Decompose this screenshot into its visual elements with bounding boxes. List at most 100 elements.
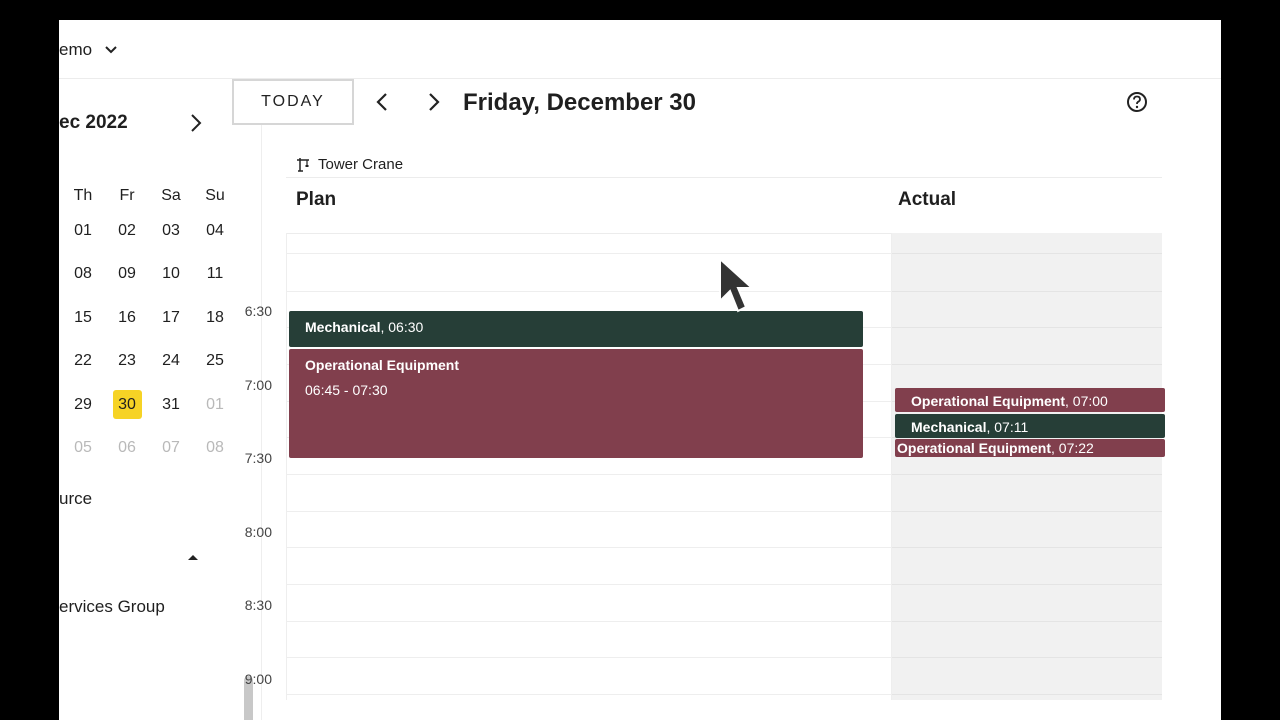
calendar-day-number: 07 xyxy=(162,438,180,456)
calendar-day[interactable]: 15 xyxy=(61,303,105,346)
grid-line xyxy=(892,547,1162,548)
mini-calendar-days: 01 02 03 04 08 09 10 11 15 16 17 18 22 23 24 25 29 30 31 01… xyxy=(61,216,237,476)
calendar-toolbar: TODAY Friday, December 30 xyxy=(232,79,1162,127)
grid-line xyxy=(287,694,891,695)
plan-event-operational-equipment[interactable]: Operational Equipment 06:45 - 07:30 xyxy=(289,349,863,458)
calendar-day-number: 11 xyxy=(206,265,224,283)
calendar-week-row: 29 30 31 01 xyxy=(61,389,237,433)
calendar-week-row: 08 09 10 11 xyxy=(61,259,237,302)
calendar-day[interactable]: 05 xyxy=(61,433,105,476)
today-button[interactable]: TODAY xyxy=(232,79,354,125)
chevron-right-icon[interactable] xyxy=(186,112,206,134)
actual-event-operational-equipment[interactable]: Operational Equipment, 07:00 xyxy=(895,388,1165,412)
calendar-day[interactable]: 06 xyxy=(105,433,149,476)
grid-line xyxy=(892,657,1162,658)
plan-column[interactable]: Mechanical, 06:30 Operational Equipment … xyxy=(286,233,892,700)
grid-line xyxy=(892,474,1162,475)
calendar-day[interactable]: 11 xyxy=(193,259,237,302)
grid-line xyxy=(287,253,891,254)
calendar-day-number: 01 xyxy=(74,222,92,239)
mini-calendar-month: ec 2022 xyxy=(59,112,128,133)
grid-line xyxy=(287,657,891,658)
time-label: 9:00 xyxy=(244,671,272,687)
event-title: Operational Equipment xyxy=(911,393,1066,409)
resource-header: Tower Crane xyxy=(286,151,1162,178)
calendar-day[interactable]: 04 xyxy=(193,216,237,259)
calendar-day[interactable]: 07 xyxy=(149,433,193,476)
calendar-day[interactable]: 01 xyxy=(61,216,105,259)
calendar-day[interactable]: 24 xyxy=(149,346,193,389)
calendar-day-number: 08 xyxy=(74,265,92,283)
calendar-day[interactable]: 16 xyxy=(105,303,149,346)
event-time: , 06:30 xyxy=(380,319,424,335)
weekday-label: Fr xyxy=(119,187,135,204)
grid-line xyxy=(892,364,1162,365)
event-title: Operational Equipment xyxy=(305,357,460,373)
actual-event-operational-equipment[interactable]: Operational Equipment, 07:22 xyxy=(895,439,1165,457)
grid-line xyxy=(892,584,1162,585)
grid-line xyxy=(892,694,1162,695)
chevron-left-icon[interactable] xyxy=(372,91,394,113)
grid-line xyxy=(892,291,1162,292)
calendar-day[interactable]: 01 xyxy=(193,390,237,433)
time-gutter: 6:30 7:00 7:30 8:00 8:30 9:00 xyxy=(232,233,286,700)
calendar-day-number: 30 xyxy=(112,389,142,419)
project-selector[interactable]: emo xyxy=(59,40,118,60)
actual-event-mechanical[interactable]: Mechanical, 07:11 xyxy=(895,414,1165,438)
plan-column-title: Plan xyxy=(296,189,337,210)
event-title: Mechanical xyxy=(911,419,987,435)
calendar-day-number: 31 xyxy=(162,395,180,413)
grid-line xyxy=(287,511,891,512)
time-label: 8:30 xyxy=(244,597,272,613)
calendar-day[interactable]: 09 xyxy=(105,259,149,302)
chevron-down-icon xyxy=(105,46,117,54)
calendar-day-number: 16 xyxy=(118,308,136,326)
calendar-day[interactable]: 17 xyxy=(149,303,193,346)
actual-column[interactable]: Operational Equipment, 07:00 Mechanical,… xyxy=(892,233,1165,700)
grid-line xyxy=(287,621,891,622)
calendar-day-number: 29 xyxy=(74,395,92,413)
calendar-day[interactable]: 25 xyxy=(193,346,237,389)
calendar-day[interactable]: 08 xyxy=(193,433,237,476)
calendar-day[interactable]: 03 xyxy=(149,216,193,259)
weekday-label: Sa xyxy=(161,187,181,204)
calendar-day[interactable]: 23 xyxy=(105,346,149,389)
event-title: Operational Equipment xyxy=(897,440,1052,456)
time-label: 7:30 xyxy=(244,450,272,466)
grid-line xyxy=(287,474,891,475)
plan-event-mechanical[interactable]: Mechanical, 06:30 xyxy=(289,311,863,347)
calendar-week-row: 05 06 07 08 xyxy=(61,433,237,476)
calendar-day-number: 06 xyxy=(118,438,136,456)
calendar-day[interactable]: 29 xyxy=(61,390,105,433)
calendar-day-number: 17 xyxy=(162,308,180,326)
actual-column-title: Actual xyxy=(898,189,957,210)
calendar-day-number: 18 xyxy=(206,308,224,326)
calendar-day[interactable]: 18 xyxy=(193,303,237,346)
group-filter-item[interactable]: ervices Group xyxy=(59,597,165,617)
calendar-day-number: 01 xyxy=(206,395,224,413)
weekday-header: Th Fr Sa Su xyxy=(61,186,237,216)
mouse-pointer-icon xyxy=(719,256,755,313)
calendar-day-selected[interactable]: 30 xyxy=(105,389,149,433)
event-time: , 07:22 xyxy=(1051,440,1094,456)
grid-line xyxy=(287,584,891,585)
calendar-day-number: 03 xyxy=(162,222,180,239)
calendar-day-number: 02 xyxy=(118,222,136,239)
calendar-day-number: 08 xyxy=(206,438,224,456)
help-circle-icon[interactable] xyxy=(1126,91,1148,113)
calendar-day[interactable]: 08 xyxy=(61,259,105,302)
calendar-day[interactable]: 10 xyxy=(149,259,193,302)
time-label: 6:30 xyxy=(244,303,272,319)
mini-calendar: Th Fr Sa Su 01 02 03 04 08 09 10 11 15 16 17 18 22 23 24 2… xyxy=(61,186,237,476)
chevron-right-icon[interactable] xyxy=(422,91,444,113)
calendar-day[interactable]: 02 xyxy=(105,216,149,259)
calendar-day[interactable]: 31 xyxy=(149,390,193,433)
time-label: 7:00 xyxy=(244,377,272,393)
weekday-label: Su xyxy=(205,187,225,204)
calendar-week-row: 01 02 03 04 xyxy=(61,216,237,259)
caret-up-icon[interactable] xyxy=(185,550,201,564)
weekday-label: Th xyxy=(73,187,93,204)
resource-name: Tower Crane xyxy=(318,155,404,173)
calendar-day[interactable]: 22 xyxy=(61,346,105,389)
calendar-day-number: 04 xyxy=(206,222,224,239)
